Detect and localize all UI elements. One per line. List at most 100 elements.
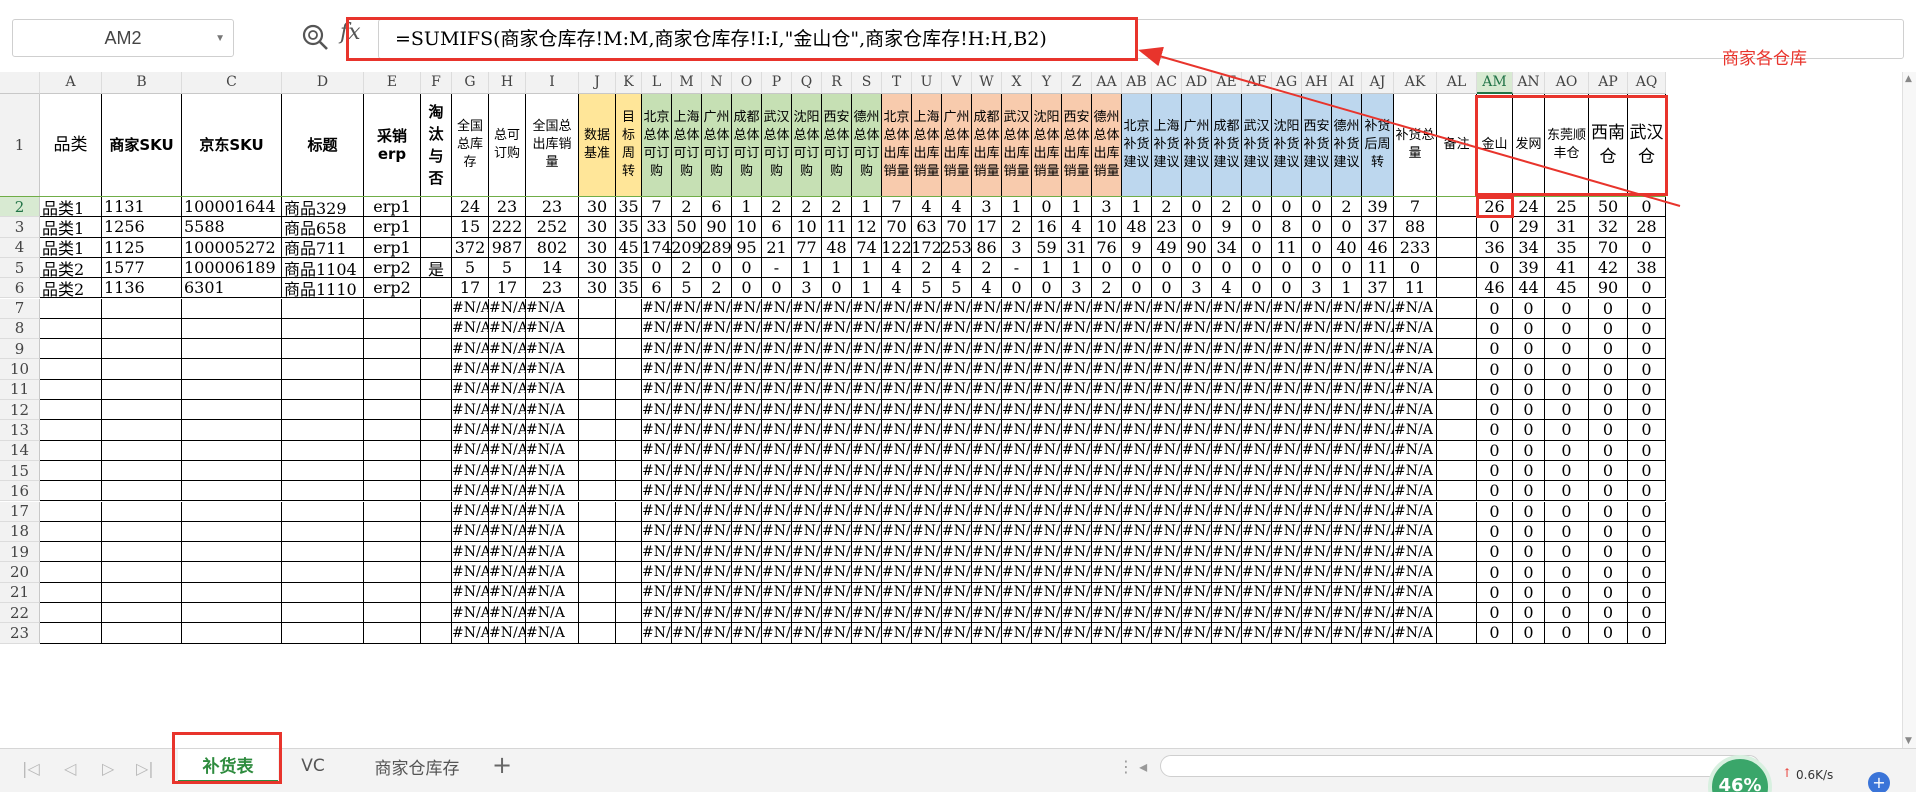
cell[interactable]: 品类2: [40, 257, 102, 279]
cell[interactable]: #N/A: [732, 298, 762, 319]
cell[interactable]: 29: [1513, 217, 1545, 238]
column-header-g[interactable]: G: [452, 72, 489, 94]
cell[interactable]: #N/A: [1242, 623, 1272, 644]
cell[interactable]: #N/A: [882, 521, 912, 543]
cell[interactable]: 0: [1628, 481, 1666, 502]
row-header[interactable]: 1: [0, 94, 40, 197]
cell[interactable]: [364, 603, 421, 624]
cell[interactable]: 50: [1589, 197, 1628, 218]
column-header-m[interactable]: M: [672, 72, 702, 94]
cell[interactable]: #N/A: [1394, 298, 1437, 319]
cell[interactable]: #N/A: [1122, 420, 1152, 441]
column-header-ac[interactable]: AC: [1152, 72, 1182, 94]
cell[interactable]: 0: [1589, 460, 1628, 482]
cell[interactable]: [1437, 359, 1477, 380]
cell[interactable]: [579, 359, 616, 380]
cell[interactable]: #N/A: [972, 440, 1002, 461]
name-box[interactable]: AM2 ▼: [12, 19, 234, 57]
cell[interactable]: #N/A: [1272, 298, 1302, 319]
column-header-d[interactable]: D: [282, 72, 364, 94]
cell[interactable]: 0: [1032, 197, 1062, 218]
cell[interactable]: #N/A: [642, 582, 672, 603]
cell[interactable]: #N/A: [792, 623, 822, 644]
cell[interactable]: #N/A: [452, 359, 489, 380]
cell[interactable]: [102, 339, 182, 360]
cell[interactable]: 备注: [1437, 94, 1477, 197]
cell[interactable]: 上海补货建议: [1152, 94, 1182, 197]
cell[interactable]: #N/A: [1212, 298, 1242, 319]
cell[interactable]: #N/A: [1182, 400, 1212, 421]
cell[interactable]: #N/A: [1332, 359, 1362, 380]
cell[interactable]: 76: [1092, 237, 1122, 258]
cell[interactable]: #N/A: [1212, 501, 1242, 522]
cell[interactable]: #N/A: [1212, 420, 1242, 441]
column-header-af[interactable]: AF: [1242, 72, 1272, 94]
cell[interactable]: #N/A: [452, 379, 489, 400]
cell[interactable]: 95: [732, 237, 762, 258]
cell[interactable]: 9: [1122, 237, 1152, 258]
cell[interactable]: #N/A: [1092, 298, 1122, 319]
cell[interactable]: 12: [852, 217, 882, 238]
cell[interactable]: [616, 339, 642, 360]
cell[interactable]: [616, 542, 642, 563]
cell[interactable]: #N/A: [1152, 318, 1182, 340]
cell[interactable]: 10: [792, 217, 822, 238]
cell[interactable]: [182, 521, 282, 543]
cell[interactable]: 11: [822, 217, 852, 238]
cell[interactable]: 16: [1032, 217, 1062, 238]
cell[interactable]: #N/A: [1062, 562, 1092, 583]
cell[interactable]: 25: [1545, 197, 1589, 218]
cell[interactable]: #N/A: [1242, 318, 1272, 340]
column-header-a[interactable]: A: [40, 72, 102, 94]
cell[interactable]: [579, 582, 616, 603]
cell[interactable]: [40, 481, 102, 502]
cell[interactable]: [282, 623, 364, 644]
cell[interactable]: #N/A: [672, 298, 702, 319]
cell[interactable]: #N/A: [1032, 318, 1062, 340]
cell[interactable]: 28: [1628, 217, 1666, 238]
cell[interactable]: #N/A: [1362, 603, 1394, 624]
cell[interactable]: #N/A: [1362, 562, 1394, 583]
cell[interactable]: #N/A: [912, 582, 942, 603]
cell[interactable]: #N/A: [792, 481, 822, 502]
cell[interactable]: 0: [1545, 521, 1589, 543]
cell[interactable]: 0: [1122, 278, 1152, 299]
cell[interactable]: [616, 420, 642, 441]
cell[interactable]: #N/A: [1362, 623, 1394, 644]
cell[interactable]: #N/A: [702, 542, 732, 563]
cell[interactable]: [616, 481, 642, 502]
column-header-z[interactable]: Z: [1062, 72, 1092, 94]
cell[interactable]: 商品658: [282, 217, 364, 238]
column-header-ab[interactable]: AB: [1122, 72, 1152, 94]
cell[interactable]: #N/A: [1092, 481, 1122, 502]
cell[interactable]: #N/A: [1152, 440, 1182, 461]
column-header-c[interactable]: C: [182, 72, 282, 94]
cell[interactable]: #N/A: [702, 603, 732, 624]
cell[interactable]: 0: [1242, 278, 1272, 299]
cell[interactable]: #N/A: [642, 339, 672, 360]
cell[interactable]: [282, 521, 364, 543]
cell[interactable]: #N/A: [1212, 339, 1242, 360]
cell[interactable]: [102, 440, 182, 461]
cell[interactable]: #N/A: [762, 481, 792, 502]
cell[interactable]: #N/A: [732, 460, 762, 482]
cell[interactable]: #N/A: [1242, 582, 1272, 603]
cell[interactable]: #N/A: [1362, 339, 1394, 360]
cell[interactable]: #N/A: [1182, 440, 1212, 461]
cell[interactable]: 0: [1589, 318, 1628, 340]
cell[interactable]: #N/A: [489, 521, 526, 543]
cell[interactable]: 西安补货建议: [1302, 94, 1332, 197]
cell[interactable]: #N/A: [792, 440, 822, 461]
cell[interactable]: #N/A: [852, 400, 882, 421]
cell[interactable]: 沈阳总体可订购: [792, 94, 822, 197]
cell[interactable]: 0: [1477, 603, 1513, 624]
cell[interactable]: 0: [1272, 278, 1302, 299]
cell[interactable]: [579, 521, 616, 543]
cell[interactable]: 德州总体可订购: [852, 94, 882, 197]
cell[interactable]: #N/A: [1362, 318, 1394, 340]
cell[interactable]: 6301: [182, 278, 282, 299]
cell[interactable]: [579, 562, 616, 583]
cell[interactable]: 10: [732, 217, 762, 238]
cell[interactable]: #N/A: [1332, 623, 1362, 644]
cell[interactable]: 42: [1589, 257, 1628, 279]
